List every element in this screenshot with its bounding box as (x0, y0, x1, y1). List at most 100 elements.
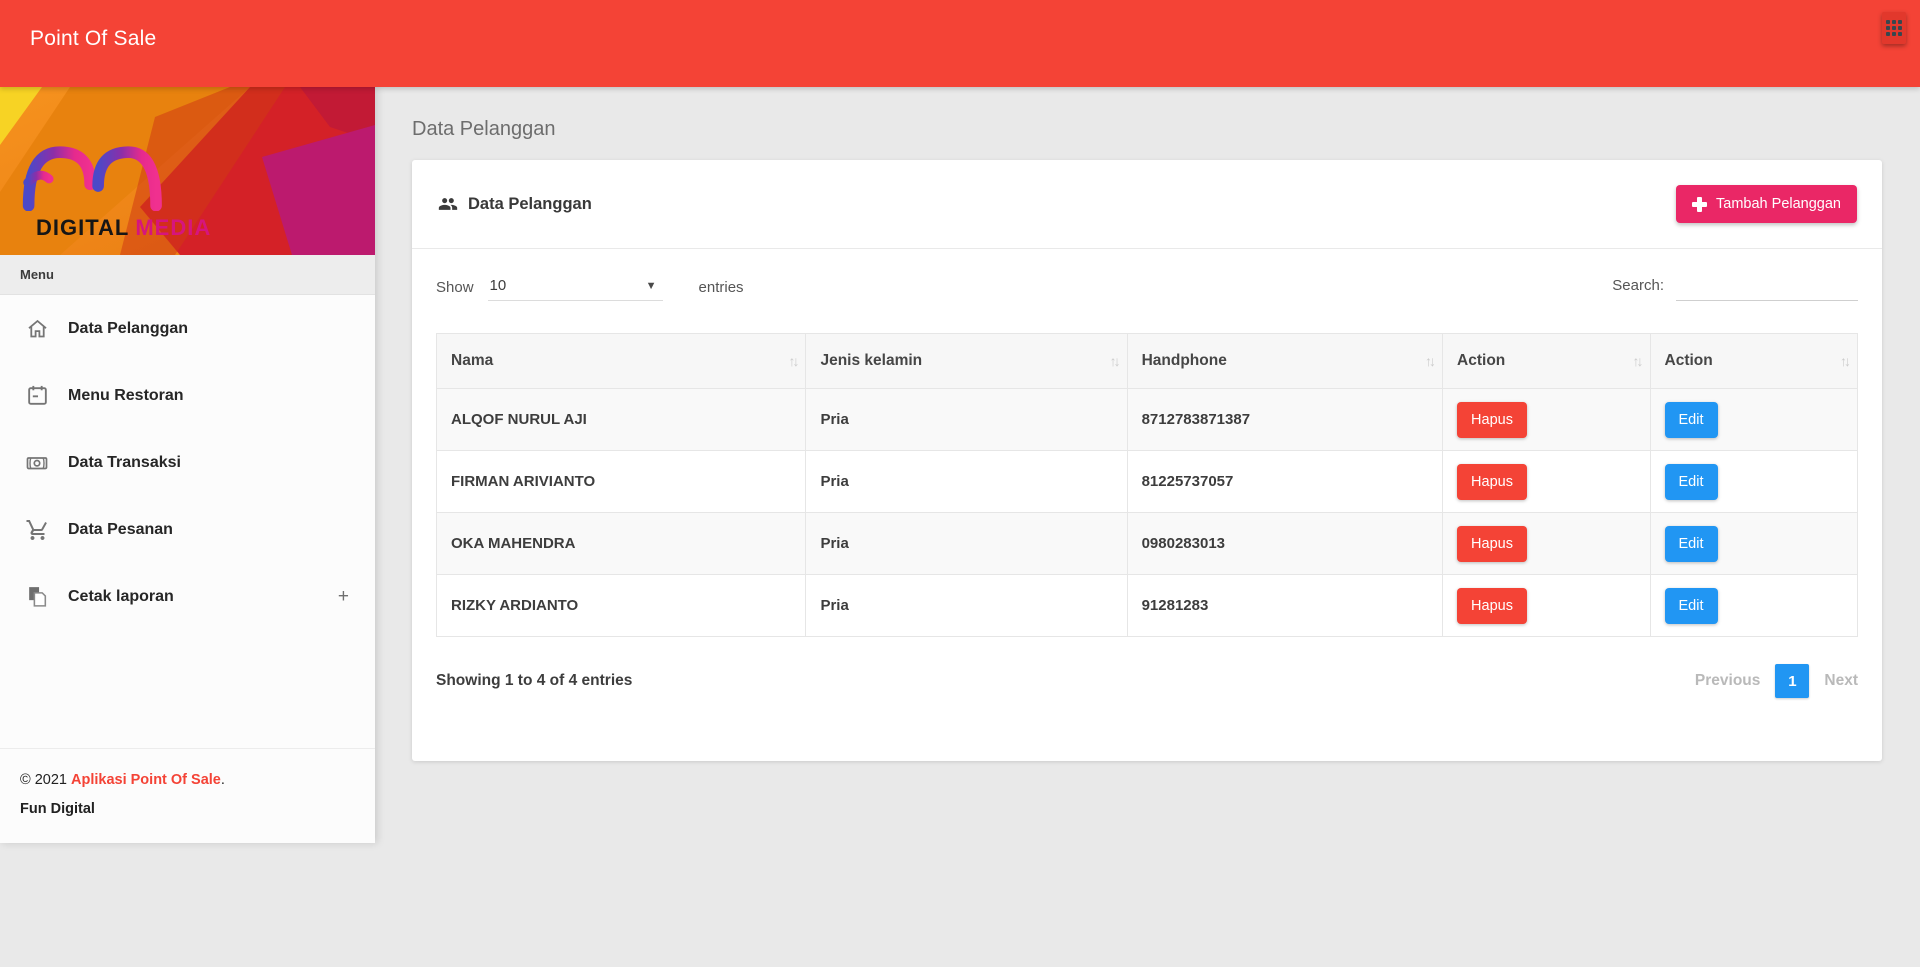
column-header-nama[interactable]: Nama ↑↓ (435, 333, 807, 389)
tambah-pelanggan-button[interactable]: Tambah Pelanggan (1676, 185, 1857, 223)
cell-action-hapus: Hapus (1442, 574, 1651, 637)
cell-nama: ALQOF NURUL AJI (435, 388, 807, 451)
copyright-link[interactable]: Aplikasi Point Of Sale (71, 772, 221, 788)
cell-nama: FIRMAN ARIVIANTO (435, 450, 807, 513)
cell-handphone: 8712783871387 (1126, 388, 1444, 451)
wave-logo-icon (22, 146, 162, 211)
pagination-page-1[interactable]: 1 (1775, 664, 1810, 698)
table-footer: Showing 1 to 4 of 4 entries Previous 1 N… (436, 664, 1858, 761)
cell-action-edit: Edit (1649, 512, 1858, 575)
table-row: RIZKY ARDIANTO Pria 91281283 Hapus Edit (435, 574, 1858, 637)
cell-jenis-kelamin: Pria (805, 450, 1128, 513)
sort-icon: ↑↓ (788, 353, 799, 369)
search-control: Search: (1612, 273, 1858, 301)
sidebar-item-label: Data Transaksi (68, 453, 181, 471)
pagination-next[interactable]: Next (1824, 672, 1858, 690)
tambah-pelanggan-label: Tambah Pelanggan (1716, 196, 1841, 212)
sidebar-item-label: Data Pesanan (68, 520, 173, 538)
card-header: Data Pelanggan Tambah Pelanggan (412, 160, 1882, 249)
sort-icon: ↑↓ (1109, 353, 1121, 369)
sidebar-logo: DIGITAL MEDIA (0, 87, 375, 255)
chevron-down-icon: ▼ (645, 279, 657, 292)
hapus-button[interactable]: Hapus (1457, 463, 1527, 500)
cell-handphone: 81225737057 (1126, 450, 1444, 513)
edit-button[interactable]: Edit (1664, 401, 1718, 438)
cell-action-edit: Edit (1649, 574, 1858, 637)
cell-action-edit: Edit (1649, 450, 1858, 513)
cell-jenis-kelamin: Pria (805, 388, 1128, 451)
home-icon (24, 316, 50, 342)
main-content: Data Pelanggan Data Pelanggan Tambah Pel… (375, 87, 1920, 761)
cell-nama: OKA MAHENDRA (435, 512, 807, 575)
cell-jenis-kelamin: Pria (805, 574, 1128, 637)
page-length-control: Show 10 ▼ entries (436, 273, 744, 301)
card-body: Show 10 ▼ entries Search: Nama ↑↓ Jenis … (412, 249, 1882, 761)
search-label: Search: (1612, 276, 1664, 294)
page-length-value: 10 (489, 277, 507, 294)
table-row: ALQOF NURUL AJI Pria 8712783871387 Hapus Edi… (435, 388, 1858, 451)
sidebar-item-label: Menu Restoran (68, 386, 184, 404)
card-title: Data Pelanggan (468, 194, 592, 213)
column-header-action[interactable]: Action ↑↓ (1442, 333, 1651, 389)
sort-icon: ↑↓ (1840, 353, 1851, 369)
hapus-button[interactable]: Hapus (1457, 525, 1527, 562)
cell-jenis-kelamin: Pria (805, 512, 1128, 575)
sort-icon: ↑↓ (1425, 353, 1436, 369)
logo-text-media: MEDIA (135, 215, 212, 240)
page-title: Data Pelanggan (412, 118, 556, 140)
sidebar-footer: © 2021 Aplikasi Point Of Sale. Fun Digit… (0, 748, 375, 843)
sidebar-item-data-transaksi[interactable]: Data Transaksi (0, 429, 375, 496)
entries-info: Showing 1 to 4 of 4 entries (436, 672, 633, 689)
cell-handphone: 91281283 (1126, 574, 1444, 637)
table-header-row: Nama ↑↓ Jenis kelamin ↑↓ Handphone ↑↓ Action ↑↓… (435, 333, 1858, 389)
table-toolbar: Show 10 ▼ entries Search: (436, 273, 1858, 301)
sidebar-item-cetak-laporan[interactable]: Cetak laporan + (0, 563, 375, 630)
table-row: OKA MAHENDRA Pria 0980283013 Hapus Edit (435, 512, 1858, 575)
cell-nama: RIZKY ARDIANTO (435, 574, 807, 637)
sidebar-item-data-pesanan[interactable]: Data Pesanan (0, 496, 375, 563)
app-title: Point Of Sale (30, 27, 157, 50)
sidebar-item-label: Cetak laporan (68, 587, 174, 605)
top-navbar: Point Of Sale (0, 0, 1920, 87)
plus-icon (1692, 196, 1708, 212)
report-icon (24, 584, 50, 610)
sidebar: DIGITAL MEDIA Menu Data Pelanggan Menu Res… (0, 87, 375, 843)
column-header-jenis-kelamin[interactable]: Jenis kelamin ↑↓ (805, 333, 1128, 389)
sort-icon: ↑↓ (1632, 353, 1644, 369)
sidebar-item-menu-restoran[interactable]: Menu Restoran (0, 362, 375, 429)
data-pelanggan-card: Data Pelanggan Tambah Pelanggan Show 10 … (412, 160, 1882, 761)
expand-plus-icon[interactable]: + (338, 586, 349, 608)
column-header-handphone[interactable]: Handphone ↑↓ (1126, 333, 1444, 389)
logo-wordmark: DIGITAL MEDIA (36, 215, 211, 241)
menu-section-label: Menu (0, 255, 375, 295)
grid-icon-glyph (1886, 20, 1902, 36)
entries-label: entries (698, 278, 744, 296)
edit-button[interactable]: Edit (1664, 587, 1718, 624)
pelanggan-table: Nama ↑↓ Jenis kelamin ↑↓ Handphone ↑↓ Action ↑↓… (435, 333, 1858, 637)
sidebar-item-label: Data Pelanggan (68, 319, 189, 337)
hapus-button[interactable]: Hapus (1457, 401, 1527, 438)
pagination-previous[interactable]: Previous (1695, 672, 1760, 690)
cell-action-hapus: Hapus (1442, 450, 1651, 513)
sidebar-item-data-pelanggan[interactable]: Data Pelanggan (0, 295, 375, 362)
copyright-text: © 2021 Aplikasi Point Of Sale. (20, 772, 225, 789)
pagination: Previous 1 Next (1695, 664, 1858, 698)
sidebar-nav: Data Pelanggan Menu Restoran Data Transaks… (0, 295, 375, 630)
table-row: FIRMAN ARIVIANTO Pria 81225737057 Hapus Edit (435, 450, 1858, 513)
hapus-button[interactable]: Hapus (1457, 587, 1527, 624)
money-icon (24, 450, 50, 476)
edit-button[interactable]: Edit (1664, 463, 1718, 500)
apps-grid-icon[interactable] (1882, 12, 1906, 44)
page-length-select[interactable]: 10 ▼ (487, 273, 663, 301)
show-label: Show (436, 278, 474, 296)
cell-action-edit: Edit (1649, 388, 1858, 451)
edit-button[interactable]: Edit (1664, 525, 1718, 562)
footer-brand: Fun Digital (20, 800, 95, 817)
cart-icon (24, 517, 50, 543)
search-input[interactable] (1676, 273, 1858, 301)
cell-action-hapus: Hapus (1442, 388, 1651, 451)
cell-handphone: 0980283013 (1126, 512, 1444, 575)
column-header-action[interactable]: Action ↑↓ (1649, 333, 1858, 389)
calendar-icon (24, 383, 50, 409)
users-icon (437, 194, 459, 214)
